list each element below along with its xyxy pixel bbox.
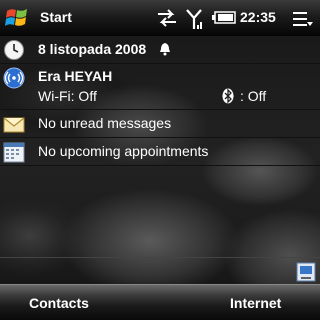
today-messages-item[interactable]: No unread messages [0,112,320,136]
appointments-status: No upcoming appointments [38,143,209,159]
calendar-icon [3,142,25,163]
title-bar: Start 22:35 [0,0,320,36]
battery-icon[interactable] [212,11,236,24]
bluetooth-icon[interactable] [222,88,234,104]
notification-tray-icon[interactable] [296,262,316,282]
contacts-softkey[interactable]: Contacts [29,295,89,311]
clock-time[interactable]: 22:35 [240,9,276,25]
wifi-status[interactable]: Wi-Fi: Off [38,88,97,104]
carrier-name: Era HEYAH [38,68,113,84]
separator [0,137,320,138]
bluetooth-status[interactable]: : Off [240,88,266,104]
separator [0,165,320,166]
date-text: 8 listopada 2008 [38,41,147,57]
title-text[interactable]: Start [40,9,72,25]
windows-logo-icon[interactable] [4,5,30,31]
alarm-bell-icon [160,43,170,56]
separator [0,109,320,110]
sync-arrows-icon[interactable] [156,8,178,28]
wireless-antenna-icon [3,67,25,89]
today-connection-item[interactable]: Era HEYAH Wi-Fi: Off : Off [0,64,320,108]
today-calendar-item[interactable]: No upcoming appointments [0,140,320,164]
envelope-icon [3,117,25,133]
separator [0,257,320,258]
softkey-bar: Contacts Internet [0,284,320,320]
today-date-item[interactable]: 8 listopada 2008 [0,37,320,63]
clock-icon [4,40,24,60]
internet-softkey[interactable]: Internet [230,295,281,311]
messages-status: No unread messages [38,115,172,131]
signal-strength-icon[interactable] [186,8,202,30]
menu-icon[interactable] [292,10,314,28]
